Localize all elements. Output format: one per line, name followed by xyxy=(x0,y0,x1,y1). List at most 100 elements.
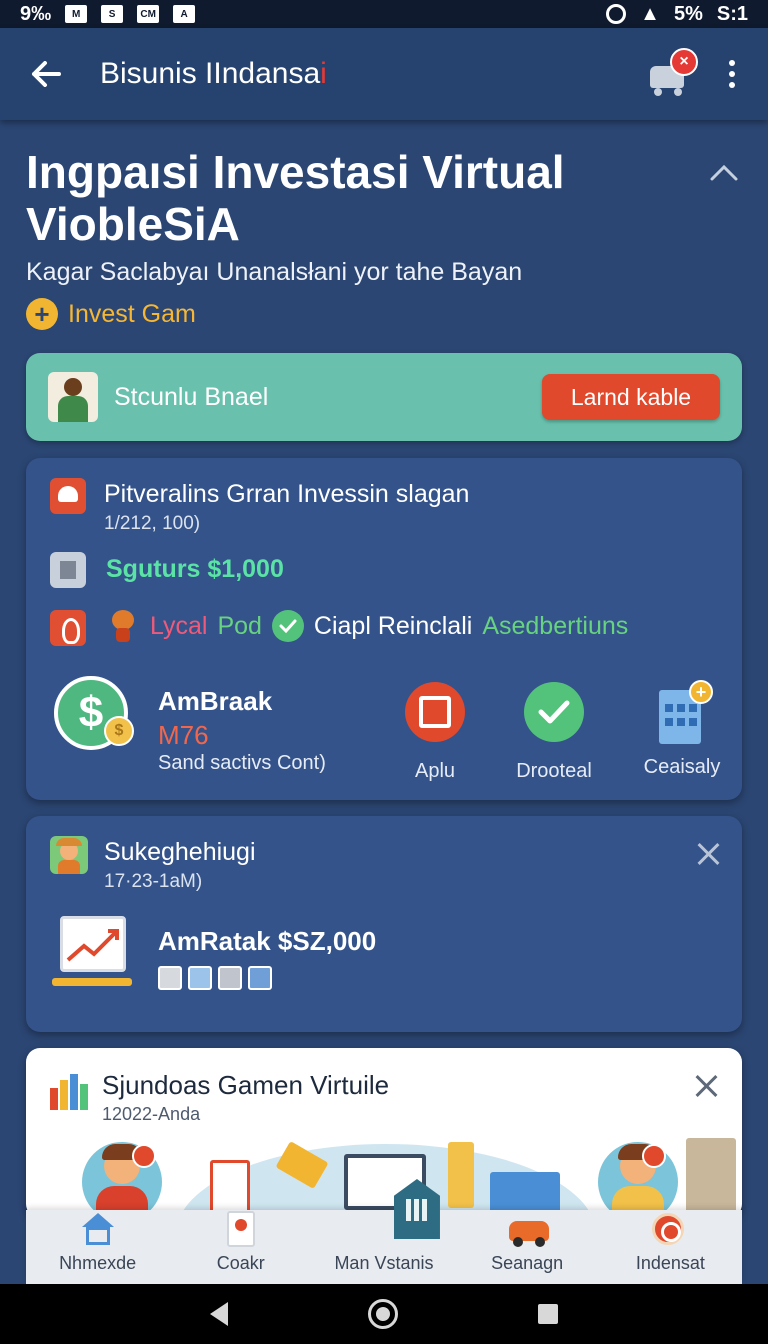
card3-title: Sjundoas Gamen Virtuile xyxy=(102,1070,390,1100)
house-illustration-icon xyxy=(686,1138,736,1218)
page-title: Ingpaısi Investasi Virtual ViobleSiA xyxy=(26,146,565,250)
investment-card: Pitveralins Grran Invessin slagan 1/212,… xyxy=(26,458,742,800)
more-menu-icon[interactable] xyxy=(722,52,742,96)
cookie-icon xyxy=(650,1211,690,1247)
frame-icon xyxy=(405,682,465,742)
banner-text: Stcunlu Bnael xyxy=(114,382,269,411)
notification-icon-4: A xyxy=(173,5,196,23)
simulation-card: Sjundoas Gamen Virtuile 12022-Anda xyxy=(26,1048,742,1218)
bar-chart-icon xyxy=(50,1072,88,1110)
coin-small-icon[interactable] xyxy=(188,966,212,990)
app-bar: Bisunis IIndansai × xyxy=(0,28,768,120)
nav-indensat-label: Indensat xyxy=(635,1253,705,1273)
approve-button[interactable]: Drooteal xyxy=(494,682,614,783)
card2-title: Sukeghehiugi xyxy=(104,838,256,866)
nav-seanagn-label: Seanagn xyxy=(491,1253,564,1273)
app-title: Bisunis IIndansai xyxy=(100,57,327,91)
do-not-disturb-icon xyxy=(606,4,627,24)
nav-indensat[interactable]: Indensat xyxy=(600,1210,740,1284)
cart-wheel-right xyxy=(674,88,682,96)
app-title-main: Bisunis IIndansa xyxy=(100,57,321,90)
nav-main-label: Man Vstanis xyxy=(334,1253,434,1273)
building-small-icon xyxy=(50,552,86,588)
status-bar: 9‰ M S CM A ▲ 5% S:1 xyxy=(0,0,768,28)
bottom-nav: Nhmexde Coakr Man Vstanis Seanagn Indens… xyxy=(26,1179,742,1284)
girl-avatar xyxy=(598,1142,678,1218)
leaf-icon xyxy=(50,610,86,646)
building-button[interactable]: + Ceaisaly xyxy=(622,680,742,779)
nav-seanagn[interactable]: Seanagn xyxy=(457,1210,597,1284)
globe-icon[interactable] xyxy=(248,966,272,990)
banner-action-button[interactable]: Larnd kable xyxy=(542,374,720,420)
document-icon[interactable] xyxy=(158,966,182,990)
mini-icon-row xyxy=(158,966,272,990)
app-title-accent: i xyxy=(320,57,327,90)
tools-icon[interactable] xyxy=(218,966,242,990)
card3-date: 12022-Anda xyxy=(102,1104,201,1124)
invest-game-link[interactable]: + Invest Gam xyxy=(26,298,196,330)
nav-home[interactable]: Nhmexde xyxy=(28,1210,168,1284)
bottle-icon xyxy=(448,1142,474,1208)
plus-badge-icon: + xyxy=(689,680,713,704)
simulation-illustration xyxy=(26,1138,742,1218)
portfolio-card: Sukeghehiugi 17·23-1aM) AmRatak $SZ,000 xyxy=(26,816,742,1032)
badge-icon xyxy=(221,1211,261,1247)
monkey-icon xyxy=(106,608,140,644)
nav-main[interactable]: Man Vstanis xyxy=(314,1179,454,1284)
building-icon: + xyxy=(659,680,713,744)
coin-icon: $ xyxy=(104,716,134,746)
growth-chart-icon xyxy=(52,916,138,996)
tag-lycal: Lycal xyxy=(150,611,208,640)
house-icon xyxy=(50,478,86,514)
tag-pod: Pod xyxy=(217,611,262,640)
badge-icon xyxy=(642,1144,666,1168)
grid-icon xyxy=(364,1179,440,1247)
system-home-icon[interactable] xyxy=(368,1299,398,1329)
card-status: Sguturs $1,000 xyxy=(106,555,284,583)
card2-date: 17·23-1aM) xyxy=(104,871,203,892)
approve-label: Drooteal xyxy=(516,760,592,782)
account-amount: M76 xyxy=(158,720,209,750)
cart-button[interactable]: × xyxy=(648,48,698,96)
card-title: Pitveralins Grran Invessin slagan xyxy=(104,480,470,508)
status-time: S:1 xyxy=(716,2,748,25)
close-icon[interactable] xyxy=(690,1070,722,1102)
check-circle-icon xyxy=(271,610,304,642)
chevron-up-icon[interactable] xyxy=(704,152,744,192)
tag-asedbertiuns: Asedbertiuns xyxy=(482,611,629,640)
card-date: 1/212, 100) xyxy=(104,513,201,534)
cart-wheel-left xyxy=(654,88,662,96)
nav-coakr-label: Coakr xyxy=(216,1253,265,1273)
system-back-icon[interactable] xyxy=(210,1302,228,1326)
back-arrow-icon[interactable] xyxy=(26,54,66,94)
notification-icon-1: M xyxy=(65,5,88,23)
notification-icon-3: CM xyxy=(137,5,160,23)
cart-badge: × xyxy=(670,48,698,76)
car-icon xyxy=(507,1211,550,1247)
banner-avatar-icon xyxy=(48,372,98,422)
account-name: AmBraak xyxy=(158,686,273,716)
invest-game-label: Invest Gam xyxy=(68,299,196,328)
promo-banner: Stcunlu Bnael Larnd kable xyxy=(26,353,742,441)
wifi-icon: ▲ xyxy=(640,2,660,25)
card2-amount: AmRatak $SZ,000 xyxy=(158,926,377,956)
plus-circle-icon: + xyxy=(26,298,58,330)
close-icon[interactable] xyxy=(692,838,724,870)
apply-label: Aplu xyxy=(414,760,456,782)
home-icon xyxy=(78,1211,118,1247)
check-icon xyxy=(524,682,584,742)
status-left-text: 9‰ xyxy=(20,2,52,25)
nav-home-label: Nhmexde xyxy=(59,1253,137,1273)
tag-row: Lycal Pod Ciapl Reinclali Asedbertiuns xyxy=(106,608,628,644)
badge-icon xyxy=(132,1144,156,1168)
notification-icon-2: S xyxy=(101,5,124,23)
apply-button[interactable]: Aplu xyxy=(375,682,495,783)
building-label: Ceaisaly xyxy=(643,756,721,778)
status-left: 9‰ M S CM A xyxy=(20,2,196,26)
system-nav xyxy=(0,1284,768,1344)
status-right: ▲ 5% S:1 xyxy=(606,3,748,26)
account-note: Sand sactivs Cont) xyxy=(158,752,326,774)
battery-text: 5% xyxy=(673,2,703,25)
nav-coakr[interactable]: Coakr xyxy=(171,1210,311,1284)
system-recents-icon[interactable] xyxy=(538,1304,558,1324)
